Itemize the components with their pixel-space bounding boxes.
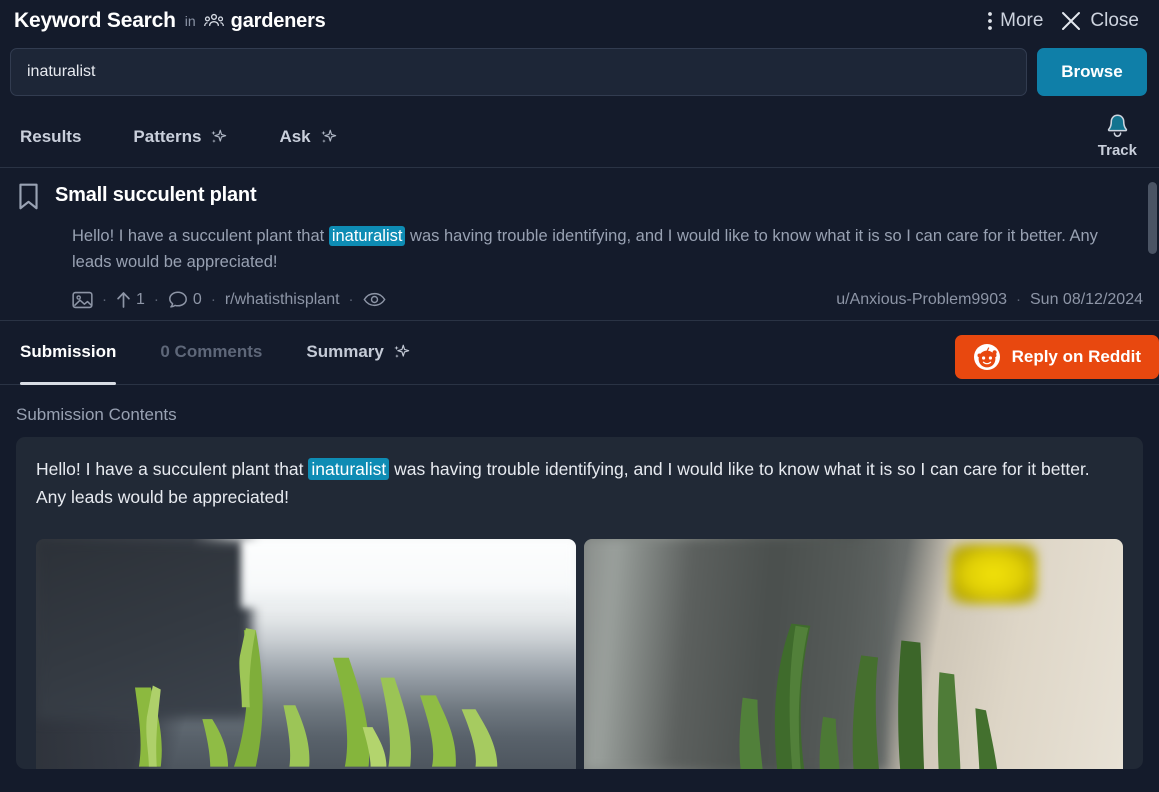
bell-icon: [1104, 113, 1131, 141]
snippet-before: Hello! I have a succulent plant that: [72, 227, 329, 245]
eye-icon[interactable]: [363, 291, 386, 308]
submission-body-text: Hello! I have a succulent plant that ina…: [36, 455, 1111, 512]
author-name[interactable]: u/Anxious-Problem9903: [836, 291, 1007, 309]
sparkle-icon: [392, 343, 410, 361]
comment-value: 0: [192, 290, 202, 308]
body-text-before: Hello! I have a succulent plant that: [36, 458, 309, 479]
tab-results[interactable]: Results: [20, 127, 81, 167]
tab-patterns-label: Patterns: [133, 127, 202, 146]
upvote-count: 1: [116, 291, 145, 309]
header-in-word: in: [184, 13, 196, 29]
snippet-highlight: inaturalist: [328, 226, 406, 246]
group-chip[interactable]: gardeners: [203, 9, 326, 33]
comment-count: 0: [168, 290, 202, 309]
submission-photo-1[interactable]: [36, 539, 576, 770]
tab-ask-label: Ask: [279, 127, 311, 146]
comment-bubble-icon: [168, 290, 188, 309]
close-button[interactable]: Close: [1053, 6, 1145, 36]
reddit-snoo-icon: [973, 343, 1001, 371]
tab-comments-label: 0 Comments: [160, 342, 263, 362]
vertical-scrollbar-thumb[interactable]: [1148, 182, 1157, 254]
result-meta-right: u/Anxious-Problem9903 · Sun 08/12/2024: [836, 291, 1143, 309]
kebab-menu-icon: [987, 10, 993, 32]
close-icon: [1059, 9, 1083, 33]
track-label: Track: [1097, 142, 1137, 159]
submission-contents-label: Submission Contents: [16, 404, 177, 424]
result-header: Small succulent plant: [16, 182, 1143, 212]
upvote-value: 1: [136, 290, 145, 308]
tab-submission-label: Submission: [20, 342, 117, 362]
header-actions: More Close: [981, 6, 1145, 36]
tab-comments[interactable]: 0 Comments: [160, 321, 262, 384]
result-title: Small succulent plant: [55, 184, 257, 206]
meta-separator: ·: [348, 291, 354, 309]
bookmark-icon[interactable]: [16, 182, 41, 212]
result-snippet: Hello! I have a succulent plant that ina…: [72, 223, 1137, 276]
body-text-highlight: inaturalist: [308, 457, 390, 480]
image-icon: [72, 290, 93, 310]
detail-tabs: Submission 0 Comments Summary Reply on R…: [0, 321, 1159, 385]
sparkle-icon: [209, 128, 227, 146]
result-meta: · 1 · 0 · r/whatisthisplant · u/Anxious-…: [72, 290, 1143, 310]
browse-button[interactable]: Browse: [1037, 48, 1147, 96]
tab-submission[interactable]: Submission: [20, 321, 117, 385]
meta-separator: ·: [1016, 291, 1021, 309]
track-button[interactable]: Track: [1098, 113, 1137, 159]
more-button[interactable]: More: [981, 7, 1049, 35]
search-input[interactable]: [10, 48, 1027, 96]
tab-summary[interactable]: Summary: [306, 321, 410, 384]
search-row: Browse: [0, 42, 1159, 104]
close-label: Close: [1090, 10, 1139, 31]
sparkle-icon: [319, 128, 337, 146]
more-label: More: [1000, 10, 1044, 31]
plant-leaves-shape: [134, 628, 498, 768]
submission-photo-row: [36, 539, 1123, 770]
submission-contents-card: Hello! I have a succulent plant that ina…: [16, 436, 1143, 770]
submission-photo-2[interactable]: [583, 539, 1123, 770]
tab-patterns[interactable]: Patterns: [133, 127, 227, 167]
top-tabs: Results Patterns Ask Track: [0, 104, 1159, 168]
group-name: gardeners: [230, 9, 326, 32]
meta-separator: ·: [153, 291, 159, 309]
reply-on-reddit-button[interactable]: Reply on Reddit: [954, 334, 1159, 379]
post-date: Sun 08/12/2024: [1030, 290, 1143, 308]
page-title: Keyword Search: [14, 9, 176, 32]
tab-ask[interactable]: Ask: [279, 127, 336, 167]
result-card[interactable]: Small succulent plant Hello! I have a su…: [0, 168, 1159, 321]
group-icon: [203, 13, 224, 29]
tab-summary-label: Summary: [306, 342, 384, 362]
vertical-scrollbar-track[interactable]: [1146, 178, 1159, 792]
reply-label: Reply on Reddit: [1011, 346, 1141, 366]
subreddit-link[interactable]: r/whatisthisplant: [225, 291, 340, 309]
meta-separator: ·: [210, 291, 216, 309]
app-header: Keyword Search in gardeners More Close: [0, 0, 1159, 42]
tab-results-label: Results: [20, 127, 82, 146]
meta-separator: ·: [102, 291, 107, 309]
upvote-arrow-icon: [116, 291, 131, 309]
plant-leaves-shape: [738, 624, 997, 770]
